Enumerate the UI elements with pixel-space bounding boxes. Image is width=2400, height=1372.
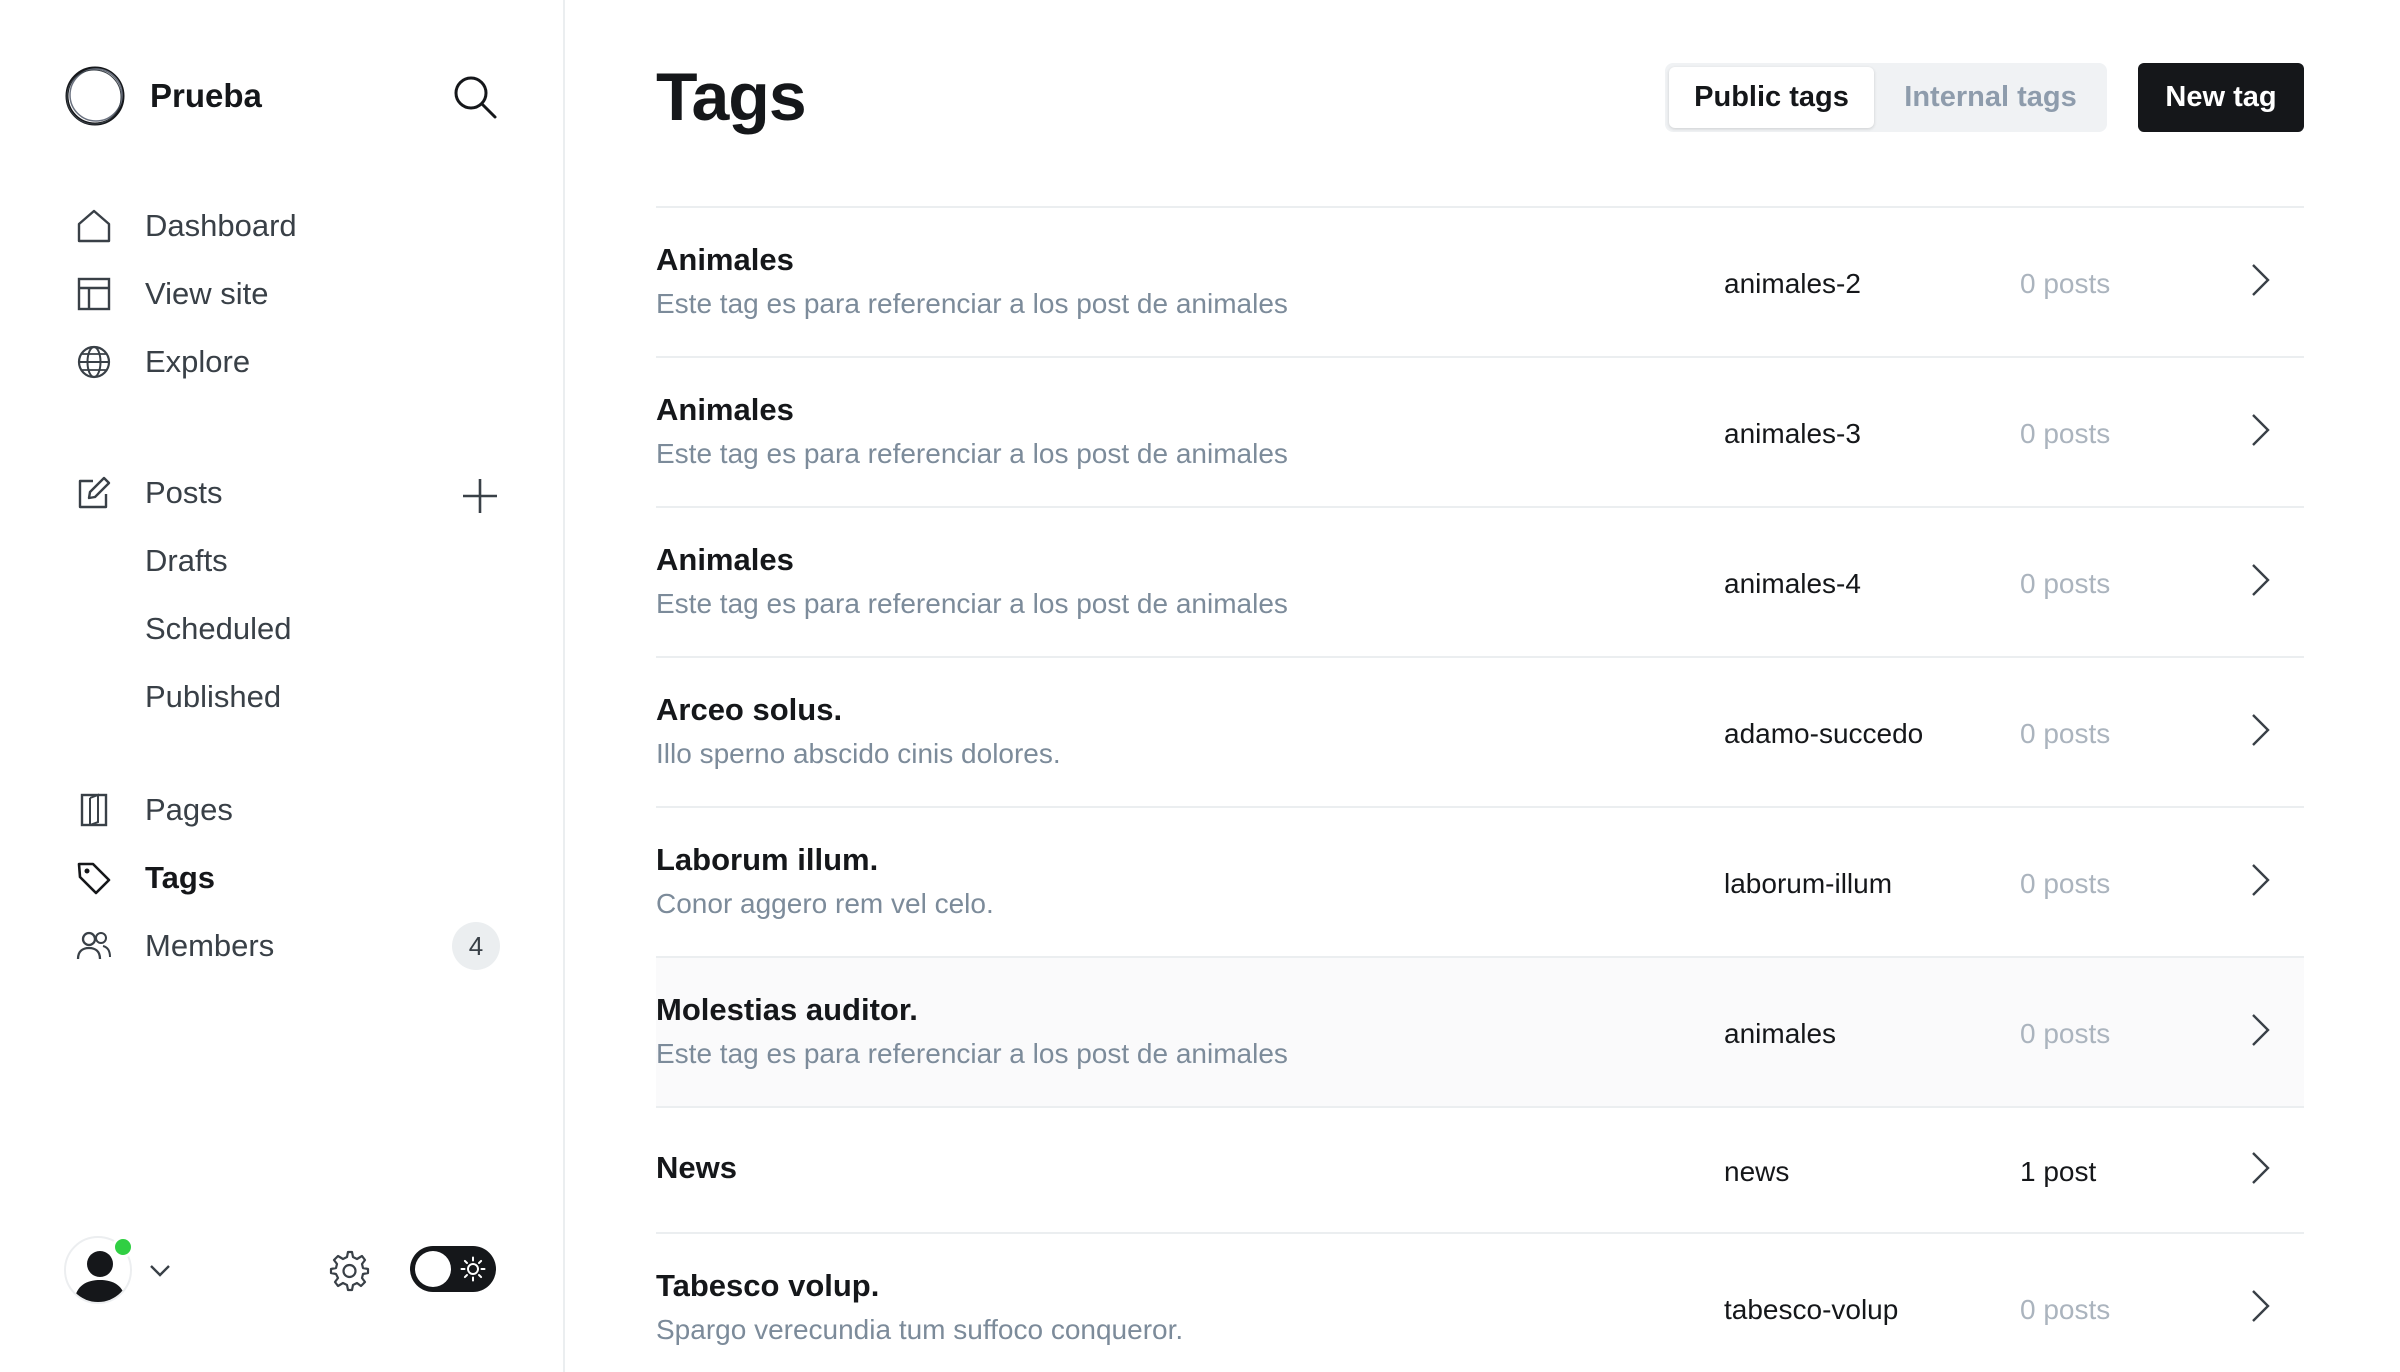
nav-members[interactable]: Members <box>74 920 274 972</box>
tag-post-count[interactable]: 0 posts <box>2020 268 2110 300</box>
tag-post-count[interactable]: 0 posts <box>2020 568 2110 600</box>
tag-name: Tabesco volup. <box>656 1268 880 1303</box>
tag-slug: tabesco-volup <box>1724 1294 1899 1325</box>
tag-slug: adamo-succedo <box>1724 718 1924 749</box>
chevron-right-icon <box>2252 714 2270 746</box>
tag-icon <box>74 858 114 898</box>
nav-view-site[interactable]: View site <box>74 268 269 320</box>
tag-name: News <box>656 1150 737 1185</box>
tag-post-count[interactable]: 0 posts <box>2020 418 2110 450</box>
table-row[interactable]: Tabesco volup. Spargo verecundia tum suf… <box>656 1234 2304 1372</box>
tag-post-count[interactable]: 0 posts <box>2020 868 2110 900</box>
tag-slug: animales-4 <box>1724 568 1861 599</box>
tag-description: Spargo verecundia tum suffoco conqueror. <box>656 1314 1184 1345</box>
tag-description: Conor aggero rem vel celo. <box>656 888 994 919</box>
table-row[interactable]: Molestias auditor. Este tag es para refe… <box>656 958 2304 1108</box>
site-name: Prueba <box>150 77 262 114</box>
nav-scheduled[interactable]: Scheduled <box>145 611 292 647</box>
chevron-right-icon <box>2252 414 2270 446</box>
tag-slug: news <box>1724 1156 1790 1187</box>
tag-name: Molestias auditor. <box>656 992 918 1027</box>
nav-explore[interactable]: Explore <box>74 336 250 388</box>
search-icon[interactable] <box>452 74 498 120</box>
pages-icon <box>74 790 114 830</box>
tag-list: Animales Este tag es para referenciar a … <box>656 206 2304 1372</box>
nav-drafts[interactable]: Drafts <box>145 543 228 579</box>
chevron-down-icon <box>150 1265 170 1277</box>
chevron-right-icon <box>2252 1290 2270 1322</box>
tag-post-count[interactable]: 0 posts <box>2020 1018 2110 1050</box>
nav-members-label: Members <box>145 928 275 963</box>
tag-name: Animales <box>656 392 794 427</box>
globe-icon <box>74 342 114 382</box>
dark-mode-toggle[interactable] <box>410 1246 496 1292</box>
nav-dashboard-label: Dashboard <box>145 208 297 243</box>
nav-tags-label: Tags <box>145 860 216 895</box>
tag-description: Este tag es para referenciar a los post … <box>656 288 1288 319</box>
tag-slug: animales <box>1724 1018 1837 1049</box>
members-icon <box>74 926 114 966</box>
nav-pages[interactable]: Pages <box>74 784 233 836</box>
gear-icon[interactable] <box>326 1248 370 1292</box>
chevron-right-icon <box>2252 1014 2270 1046</box>
tag-name: Laborum illum. <box>656 842 879 877</box>
nav-published[interactable]: Published <box>145 679 281 715</box>
tag-slug: laborum-illum <box>1724 868 1893 899</box>
tab-internal-tags[interactable]: Internal tags <box>1878 67 2103 128</box>
tag-post-count[interactable]: 0 posts <box>2020 718 2110 750</box>
tag-post-count[interactable]: 0 posts <box>2020 1294 2110 1326</box>
sidebar: Prueba Dashboard View site Explore Posts… <box>0 0 565 1372</box>
nav-view-site-label: View site <box>145 276 269 311</box>
home-icon <box>74 206 114 246</box>
layout-icon <box>74 274 114 314</box>
nav-explore-label: Explore <box>145 344 251 379</box>
table-row[interactable]: Animales Este tag es para referenciar a … <box>656 508 2304 658</box>
tag-type-switch: Public tags Internal tags <box>1665 63 2107 132</box>
table-row[interactable]: Arceo solus. Illo sperno abscido cinis d… <box>656 658 2304 808</box>
nav-tags[interactable]: Tags <box>74 852 215 904</box>
nav-posts[interactable]: Posts <box>74 467 223 519</box>
tag-post-count[interactable]: 1 post <box>2020 1156 2096 1188</box>
nav-posts-label: Posts <box>145 475 223 510</box>
tag-name: Arceo solus. <box>656 692 843 727</box>
chevron-right-icon <box>2252 264 2270 296</box>
tab-public-tags[interactable]: Public tags <box>1669 67 1874 128</box>
tag-description: Este tag es para referenciar a los post … <box>656 438 1288 469</box>
tag-description: Illo sperno abscido cinis dolores. <box>656 738 1061 769</box>
members-count-badge: 4 <box>452 922 500 970</box>
table-row[interactable]: Animales Este tag es para referenciar a … <box>656 208 2304 358</box>
chevron-right-icon <box>2252 864 2270 896</box>
add-post-icon[interactable] <box>460 476 500 516</box>
chevron-right-icon <box>2252 1152 2270 1184</box>
tag-slug: animales-2 <box>1724 268 1861 299</box>
table-row[interactable]: Laborum illum. Conor aggero rem vel celo… <box>656 808 2304 958</box>
tag-name: Animales <box>656 242 794 277</box>
new-tag-button[interactable]: New tag <box>2138 63 2304 132</box>
tag-name: Animales <box>656 542 794 577</box>
table-row[interactable]: News news 1 post <box>656 1108 2304 1234</box>
edit-icon <box>74 473 114 513</box>
site-logo-icon <box>65 66 125 126</box>
tag-description: Este tag es para referenciar a los post … <box>656 1038 1288 1069</box>
online-status-dot <box>112 1236 134 1258</box>
nav-pages-label: Pages <box>145 792 233 827</box>
nav-dashboard[interactable]: Dashboard <box>74 200 297 252</box>
sun-icon <box>460 1256 486 1282</box>
toggle-knob <box>415 1251 451 1287</box>
tag-slug: animales-3 <box>1724 418 1861 449</box>
table-row[interactable]: Animales Este tag es para referenciar a … <box>656 358 2304 508</box>
brand[interactable]: Prueba <box>64 64 262 128</box>
tag-description: Este tag es para referenciar a los post … <box>656 588 1288 619</box>
chevron-right-icon <box>2252 564 2270 596</box>
page-title: Tags <box>656 59 807 135</box>
